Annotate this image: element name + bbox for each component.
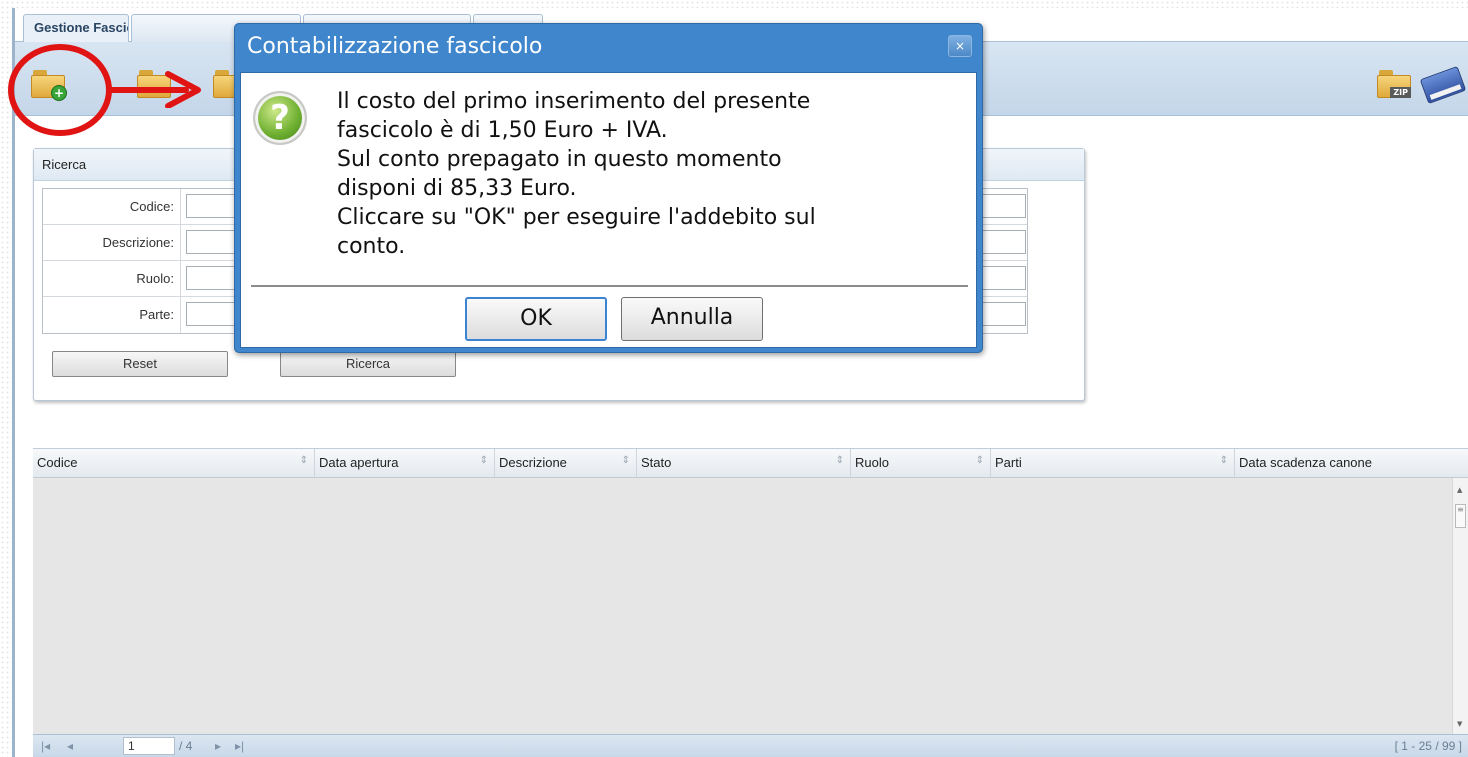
zip-folder-icon[interactable]: ZIP: [1377, 68, 1411, 98]
dialog-body: ? Il costo del primo inserimento del pre…: [240, 72, 977, 348]
message-line: disponi di 85,33 Euro.: [337, 176, 577, 201]
dialog-message: Il costo del primo inserimento del prese…: [337, 87, 973, 261]
message-line: Il costo del primo inserimento del prese…: [337, 89, 811, 114]
scroll-down-icon[interactable]: ▼: [1457, 720, 1462, 728]
search-button[interactable]: Ricerca: [280, 351, 456, 377]
column-header-codice[interactable]: Codice ⇕: [33, 449, 315, 477]
sort-icon: ⇕: [975, 455, 984, 466]
page-number-input[interactable]: 1: [123, 737, 175, 755]
column-header-parti[interactable]: Parti ⇕: [991, 449, 1235, 477]
last-page-icon[interactable]: ▸|: [235, 739, 244, 753]
annotation-arrow-icon: [108, 71, 201, 108]
sort-icon: ⇕: [835, 455, 844, 466]
descrizione-label: Descrizione:: [43, 225, 181, 261]
next-page-icon[interactable]: ▸: [215, 739, 221, 753]
pager: |◂ ◂ 1 / 4 ▸ ▸| [ 1 - 25 / 99 ]: [33, 734, 1468, 757]
reset-button[interactable]: Reset: [52, 351, 228, 377]
cancel-button[interactable]: Annulla: [621, 297, 763, 341]
dialog-separator: [251, 285, 968, 287]
first-page-icon[interactable]: |◂: [41, 739, 50, 753]
dialog-title: Contabilizzazione fascicolo: [247, 34, 543, 59]
message-line: Sul conto prepagato in questo momento: [337, 147, 782, 172]
annotation-circle: [8, 44, 112, 136]
column-header-ruolo[interactable]: Ruolo ⇕: [851, 449, 991, 477]
codice-label: Codice:: [43, 189, 181, 225]
tab-gestione-fascicoli[interactable]: Gestione Fascicoli: [23, 14, 129, 43]
column-header-stato[interactable]: Stato ⇕: [637, 449, 851, 477]
column-header-data-apertura[interactable]: Data apertura ⇕: [315, 449, 495, 477]
column-header-descrizione[interactable]: Descrizione ⇕: [495, 449, 637, 477]
parte-label: Parte:: [43, 297, 181, 333]
sort-icon: ⇕: [1219, 455, 1228, 466]
total-pages: / 4: [179, 739, 193, 753]
message-line: conto.: [337, 234, 406, 259]
sort-icon: ⇕: [621, 455, 630, 466]
book-icon[interactable]: [1419, 65, 1467, 105]
sort-icon: ⇕: [299, 455, 308, 466]
question-icon: ?: [253, 91, 307, 145]
message-line: Cliccare su "OK" per eseguire l'addebito…: [337, 205, 816, 230]
ruolo-label: Ruolo:: [43, 261, 181, 297]
ok-button[interactable]: OK: [465, 297, 607, 341]
scroll-up-icon[interactable]: ▲: [1457, 486, 1462, 494]
dialog-contabilizzazione-fascicolo: Contabilizzazione fascicolo × ? Il costo…: [234, 23, 983, 353]
message-line: fascicolo è di 1,50 Euro + IVA.: [337, 118, 668, 143]
grid-header: Codice ⇕ Data apertura ⇕ Descrizione ⇕ Stat…: [33, 448, 1468, 478]
sort-icon: ⇕: [479, 455, 488, 466]
vertical-scrollbar[interactable]: ▲ ≡ ▼: [1452, 478, 1468, 734]
record-range: [ 1 - 25 / 99 ]: [1394, 739, 1462, 753]
close-icon[interactable]: ×: [948, 35, 972, 57]
zip-label: ZIP: [1390, 87, 1411, 98]
column-header-data-scadenza-canone[interactable]: Data scadenza canone: [1235, 449, 1451, 477]
prev-page-icon[interactable]: ◂: [67, 739, 73, 753]
grid-body: ▲ ≡ ▼: [33, 478, 1468, 734]
scroll-thumb[interactable]: ≡: [1455, 504, 1466, 528]
